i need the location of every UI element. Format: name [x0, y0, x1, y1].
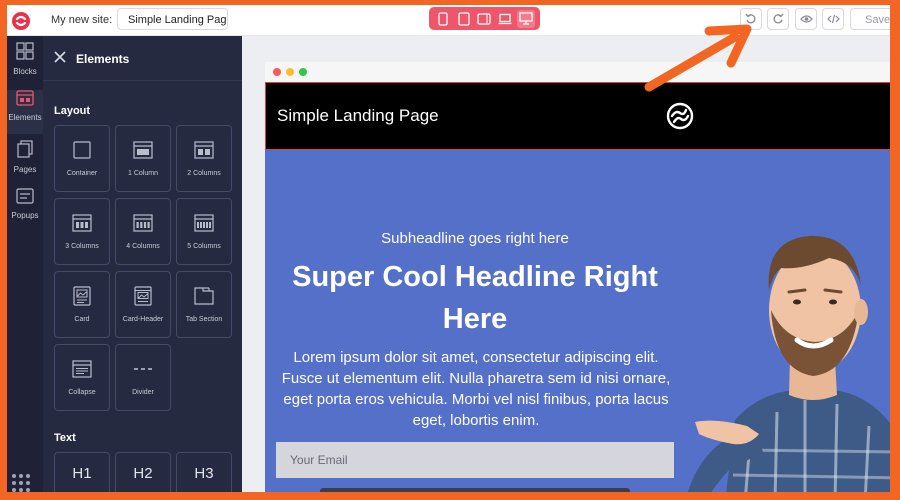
left-rail: Blocks Elements Pages Popups: [7, 36, 43, 492]
eye-icon[interactable]: [795, 8, 817, 30]
five-columns-icon: [194, 213, 214, 233]
rail-label: Popups: [11, 211, 39, 220]
close-icon[interactable]: [53, 50, 67, 64]
tile-label: H3: [194, 465, 214, 482]
tablet-landscape-icon[interactable]: [475, 10, 493, 28]
card-header-icon: [134, 286, 152, 306]
tile-label: Card: [74, 316, 90, 323]
tile-label: H1: [72, 465, 92, 482]
code-icon[interactable]: [822, 8, 844, 30]
tile-3-columns[interactable]: 3 Columns: [54, 198, 110, 265]
three-columns-icon: [72, 213, 92, 233]
site-logo-icon[interactable]: [666, 102, 694, 135]
minimize-dot: [286, 68, 294, 76]
email-input[interactable]: Your Email: [276, 442, 674, 478]
popups-icon: [16, 188, 34, 209]
collapse-icon: [72, 359, 92, 379]
rail-item-elements[interactable]: Elements: [7, 90, 43, 134]
tile-label: 4 Columns: [126, 243, 160, 250]
tile-4-columns[interactable]: 4 Columns: [115, 198, 171, 265]
site-header-block[interactable]: Simple Landing Page: [265, 82, 890, 150]
tab-section-icon: [194, 286, 214, 306]
subheadline[interactable]: Subheadline goes right here: [265, 230, 685, 247]
editor-canvas: Simple Landing Page Subheadline goes rig…: [242, 36, 890, 492]
browser-preview: Simple Landing Page Subheadline goes rig…: [265, 62, 890, 492]
redo-icon[interactable]: [767, 8, 789, 30]
tile-h1[interactable]: H1: [54, 452, 110, 492]
device-switcher: [429, 7, 540, 30]
tile-label: Divider: [132, 389, 154, 396]
tile-label: 2 Columns: [187, 170, 221, 177]
panel-title: Elements: [76, 52, 130, 66]
section-title-text: Text: [54, 432, 76, 444]
desktop-icon[interactable]: [516, 9, 535, 28]
tile-label: 1 Column: [128, 170, 158, 177]
saved-button[interactable]: Saved: [850, 8, 890, 30]
rail-label: Pages: [13, 165, 37, 174]
tile-2-columns[interactable]: 2 Columns: [176, 125, 232, 192]
site-name-input[interactable]: Simple Landing Page: [117, 8, 228, 30]
rail-item-blocks[interactable]: Blocks: [7, 42, 43, 86]
tile-label: Tab Section: [185, 316, 223, 323]
tile-label: Container: [66, 170, 98, 177]
two-columns-icon: [194, 140, 214, 160]
close-dot: [273, 68, 281, 76]
blocks-icon: [16, 42, 34, 65]
tile-container[interactable]: Container: [54, 125, 110, 192]
rail-item-pages[interactable]: Pages: [7, 140, 43, 184]
app-window: My new site: Simple Landing Page Save Bl…: [7, 5, 890, 492]
body-text[interactable]: Lorem ipsum dolor sit amet, consectetur …: [278, 347, 674, 431]
annotation-arrow-icon: [644, 24, 752, 92]
tile-divider[interactable]: Divider: [115, 344, 171, 411]
container-icon: [73, 140, 91, 160]
rail-item-popups[interactable]: Popups: [7, 188, 43, 232]
one-column-icon: [133, 140, 153, 160]
site-label: My new site:: [51, 14, 113, 26]
tile-1-column[interactable]: 1 Column: [115, 125, 171, 192]
grid-dots-icon[interactable]: [12, 474, 30, 492]
tile-card-header[interactable]: Card-Header: [115, 271, 171, 338]
tile-card[interactable]: Card: [54, 271, 110, 338]
tile-label: 5 Columns: [187, 243, 221, 250]
tile-label: Collapse: [68, 389, 96, 396]
browser-bar: [265, 62, 890, 82]
panel-header: Elements: [43, 36, 242, 81]
tile-h3[interactable]: H3: [176, 452, 232, 492]
section-title-layout: Layout: [54, 105, 91, 117]
tile-label: 3 Columns: [65, 243, 99, 250]
laptop-icon[interactable]: [496, 10, 514, 28]
elements-icon: [16, 90, 34, 111]
rail-label: Blocks: [13, 67, 37, 76]
tile-tab-section[interactable]: Tab Section: [176, 271, 232, 338]
tablet-icon[interactable]: [455, 10, 473, 28]
headline[interactable]: Super Cool Headline Right Here: [265, 256, 685, 340]
hero-section[interactable]: Subheadline goes right here Super Cool H…: [265, 150, 890, 492]
person-photo: [687, 235, 890, 492]
tile-h2[interactable]: H2: [115, 452, 171, 492]
tile-label: Card-Header: [122, 316, 164, 323]
tile-label: H2: [133, 465, 153, 482]
mobile-icon[interactable]: [434, 10, 452, 28]
card-icon: [73, 286, 91, 306]
four-columns-icon: [133, 213, 153, 233]
rail-label: Elements: [8, 113, 42, 122]
logo-icon[interactable]: [7, 5, 35, 36]
divider-icon: [133, 359, 153, 379]
tile-collapse[interactable]: Collapse: [54, 344, 110, 411]
site-title[interactable]: Simple Landing Page: [277, 106, 439, 126]
elements-panel: Elements Layout Container 1 Column 2 Col…: [43, 36, 242, 492]
submit-button[interactable]: [320, 488, 630, 492]
top-bar: My new site: Simple Landing Page Save: [7, 5, 890, 36]
tile-5-columns[interactable]: 5 Columns: [176, 198, 232, 265]
pages-icon: [17, 140, 33, 163]
maximize-dot: [299, 68, 307, 76]
